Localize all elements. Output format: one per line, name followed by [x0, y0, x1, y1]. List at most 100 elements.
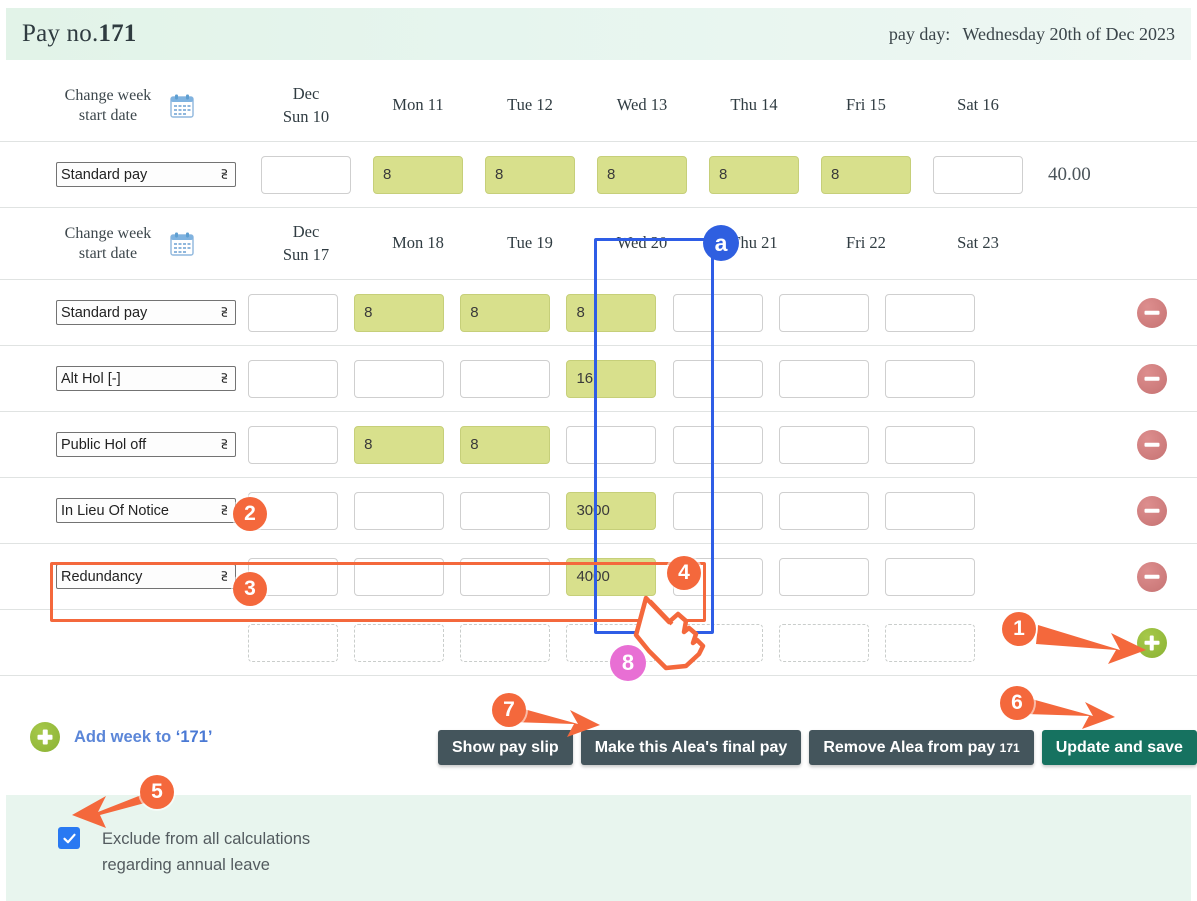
- paytype-select[interactable]: Standard pay: [56, 162, 236, 187]
- day-input[interactable]: [354, 360, 444, 398]
- day-header: Wed 13: [586, 94, 698, 116]
- paytype-select[interactable]: Standard pay: [56, 300, 236, 325]
- day-input[interactable]: [566, 492, 656, 530]
- change-week-start-date-0[interactable]: Change weekstart date: [0, 86, 250, 126]
- day-cell: [771, 624, 877, 662]
- day-input[interactable]: [248, 558, 338, 596]
- day-input[interactable]: [673, 426, 763, 464]
- day-input-new[interactable]: [354, 624, 444, 662]
- day-input[interactable]: [248, 294, 338, 332]
- day-input[interactable]: [709, 156, 799, 194]
- day-cell: [346, 558, 452, 596]
- paytype-cell: In Lieu Of Notice ⫔: [0, 498, 240, 523]
- page-title: Pay no.171: [22, 20, 137, 48]
- day-cell: [240, 360, 346, 398]
- day-input[interactable]: [460, 360, 550, 398]
- paytype-select[interactable]: In Lieu Of Notice: [56, 498, 236, 523]
- day-input[interactable]: [779, 360, 869, 398]
- change-week-start-date-1[interactable]: Change weekstart date: [0, 224, 250, 264]
- day-cell: [771, 360, 877, 398]
- day-input-new[interactable]: [885, 624, 975, 662]
- day-cell: [558, 360, 664, 398]
- paytype-select[interactable]: Redundancy: [56, 564, 236, 589]
- annotation-arrow-6: [1026, 698, 1115, 729]
- day-input-new[interactable]: [673, 624, 763, 662]
- paytype-select[interactable]: Alt Hol [-]: [56, 366, 236, 391]
- day-cell: [771, 558, 877, 596]
- remove-row-cell: [1107, 562, 1197, 592]
- day-input[interactable]: [885, 426, 975, 464]
- day-input[interactable]: [354, 294, 444, 332]
- day-header: Mon 11: [362, 94, 474, 116]
- add-row-cell: [1107, 628, 1197, 658]
- day-input-new[interactable]: [248, 624, 338, 662]
- day-input[interactable]: [261, 156, 351, 194]
- day-input[interactable]: [248, 492, 338, 530]
- day-cell: [810, 156, 922, 194]
- day-input[interactable]: [248, 426, 338, 464]
- day-input-new[interactable]: [460, 624, 550, 662]
- day-input[interactable]: [673, 558, 763, 596]
- day-cell: [558, 492, 664, 530]
- day-input-new[interactable]: [566, 624, 656, 662]
- minus-circle-icon[interactable]: [1137, 562, 1167, 592]
- day-cell: [558, 294, 664, 332]
- minus-circle-icon[interactable]: [1137, 430, 1167, 460]
- week-header-row: Change weekstart date: [0, 208, 1197, 280]
- calendar-icon[interactable]: [169, 231, 195, 257]
- day-input[interactable]: [248, 360, 338, 398]
- calendar-icon[interactable]: [169, 93, 195, 119]
- day-input[interactable]: [354, 558, 444, 596]
- day-input[interactable]: [566, 558, 656, 596]
- day-input[interactable]: [373, 156, 463, 194]
- update-and-save-button[interactable]: Update and save: [1042, 730, 1197, 765]
- day-input[interactable]: [779, 492, 869, 530]
- remove-from-pay-button[interactable]: Remove Alea from pay 171: [809, 730, 1033, 765]
- day-input[interactable]: [673, 294, 763, 332]
- day-input[interactable]: [566, 360, 656, 398]
- day-input[interactable]: [597, 156, 687, 194]
- day-input[interactable]: [779, 558, 869, 596]
- remove-row-cell: [1107, 430, 1197, 460]
- make-final-pay-button[interactable]: Make this Alea's final pay: [581, 730, 802, 765]
- day-input[interactable]: [933, 156, 1023, 194]
- table-row: In Lieu Of Notice ⫔: [0, 478, 1197, 544]
- day-input[interactable]: [885, 294, 975, 332]
- day-input[interactable]: [566, 294, 656, 332]
- minus-circle-icon[interactable]: [1137, 496, 1167, 526]
- day-input[interactable]: [460, 426, 550, 464]
- day-input[interactable]: [354, 426, 444, 464]
- day-input[interactable]: [460, 492, 550, 530]
- add-week-button[interactable]: Add week to ‘171’: [30, 722, 212, 752]
- day-input[interactable]: [485, 156, 575, 194]
- day-input[interactable]: [566, 426, 656, 464]
- day-input[interactable]: [673, 360, 763, 398]
- day-input[interactable]: [354, 492, 444, 530]
- day-cell: [558, 624, 664, 662]
- day-cell: [665, 426, 771, 464]
- day-input[interactable]: [779, 426, 869, 464]
- day-input[interactable]: [885, 492, 975, 530]
- day-input[interactable]: [779, 294, 869, 332]
- day-input[interactable]: [460, 558, 550, 596]
- day-input[interactable]: [885, 360, 975, 398]
- exclude-checkbox[interactable]: [58, 827, 80, 849]
- day-input-new[interactable]: [779, 624, 869, 662]
- day-input[interactable]: [821, 156, 911, 194]
- exclude-section: Exclude from all calculationsregarding a…: [6, 795, 1191, 901]
- day-input[interactable]: [885, 558, 975, 596]
- day-input[interactable]: [673, 492, 763, 530]
- day-header: Mon 18: [362, 232, 474, 254]
- day-cell: [665, 294, 771, 332]
- paytype-select[interactable]: Public Hol off: [56, 432, 236, 457]
- minus-circle-icon[interactable]: [1137, 298, 1167, 328]
- table-row: Standard pay ⫔: [0, 280, 1197, 346]
- plus-circle-icon[interactable]: [30, 722, 60, 752]
- show-pay-slip-button[interactable]: Show pay slip: [438, 730, 573, 765]
- day-input[interactable]: [460, 294, 550, 332]
- day-header: Fri 22: [810, 232, 922, 254]
- day-cell: [771, 294, 877, 332]
- minus-circle-icon[interactable]: [1137, 364, 1167, 394]
- plus-circle-icon[interactable]: [1137, 628, 1167, 658]
- day-header: Sat 23: [922, 232, 1034, 254]
